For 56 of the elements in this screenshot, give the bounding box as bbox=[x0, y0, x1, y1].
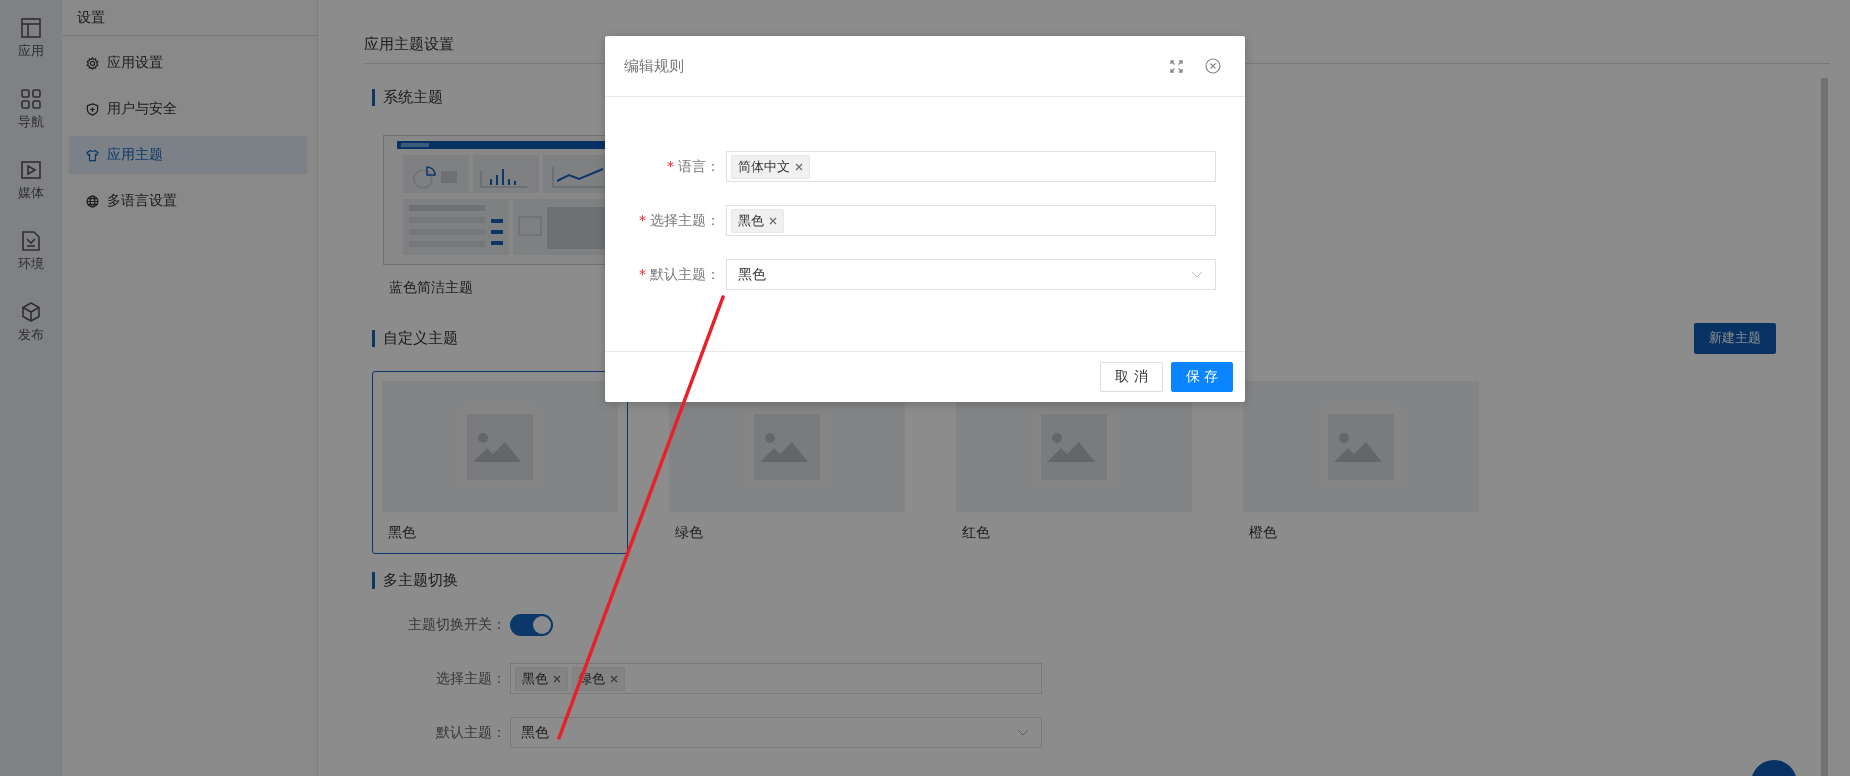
chevron-down-icon bbox=[1191, 271, 1203, 278]
field-label: * 选择主题： bbox=[638, 211, 721, 230]
field-label: * 语言： bbox=[666, 157, 721, 176]
theme-name: 蓝色简洁主题 bbox=[388, 278, 474, 297]
section-heading: 系统主题 bbox=[383, 87, 443, 107]
rail-item[interactable]: 发布 bbox=[18, 301, 44, 344]
select-field[interactable]: 黑色 bbox=[726, 259, 1216, 290]
tag-label: 简体中文 bbox=[738, 157, 790, 176]
theme-card[interactable]: 黑色 bbox=[372, 371, 628, 554]
theme-name: 黑色 bbox=[387, 524, 417, 542]
field-label: 默认主题： bbox=[435, 723, 507, 742]
theme-name: 橙色 bbox=[1248, 524, 1278, 542]
rail-item[interactable]: 媒体 bbox=[18, 159, 44, 202]
rail-item[interactable]: 导航 bbox=[18, 88, 44, 131]
select-value: 黑色 bbox=[521, 723, 549, 742]
select-field[interactable]: 黑色 bbox=[510, 717, 1042, 748]
new-theme-button[interactable]: 新建主题 bbox=[1694, 322, 1776, 354]
sidebar-item[interactable]: 应用设置 bbox=[69, 44, 307, 82]
tag-label: 黑色 bbox=[738, 211, 764, 230]
cube-icon bbox=[20, 301, 42, 323]
theme-name: 绿色 bbox=[674, 524, 704, 542]
toggle-switch[interactable] bbox=[510, 613, 553, 636]
close-icon[interactable] bbox=[553, 674, 561, 683]
fullscreen-icon[interactable] bbox=[1170, 59, 1183, 73]
tag-select-field[interactable]: 黑色 bbox=[726, 205, 1216, 236]
close-icon[interactable] bbox=[1205, 58, 1221, 74]
theme-name: 红色 bbox=[961, 524, 991, 542]
close-icon[interactable] bbox=[795, 162, 803, 171]
rail-item[interactable]: 环境 bbox=[18, 230, 44, 273]
sidebar-title: 设置 bbox=[62, 0, 317, 36]
section-heading: 自定义主题 bbox=[383, 328, 458, 348]
select-value: 黑色 bbox=[738, 265, 766, 284]
globe-icon bbox=[86, 194, 99, 208]
field-label: 选择主题： bbox=[435, 669, 507, 688]
layout-icon bbox=[20, 17, 42, 39]
close-icon[interactable] bbox=[610, 674, 618, 683]
cancel-button[interactable]: 取 消 bbox=[1100, 362, 1163, 392]
shirt-icon bbox=[86, 148, 99, 162]
gear-icon bbox=[86, 56, 99, 70]
sidebar-item[interactable]: 多语言设置 bbox=[69, 182, 307, 220]
chevron-down-icon bbox=[1017, 729, 1029, 736]
video-icon bbox=[20, 159, 42, 181]
scrollbar[interactable] bbox=[1821, 78, 1828, 776]
shield-icon bbox=[86, 102, 99, 116]
tag-label: 黑色 bbox=[522, 669, 548, 688]
save-button[interactable]: 保 存 bbox=[1170, 362, 1233, 392]
field-label: * 默认主题： bbox=[638, 265, 721, 284]
rail-item[interactable]: 应用 bbox=[18, 17, 44, 60]
close-icon[interactable] bbox=[769, 216, 777, 225]
document-icon bbox=[20, 230, 42, 252]
grid-icon bbox=[20, 88, 42, 110]
sidebar-item[interactable]: 用户与安全 bbox=[69, 90, 307, 128]
section-heading: 多主题切换 bbox=[383, 570, 458, 590]
tag-select-field[interactable]: 简体中文 bbox=[726, 151, 1216, 182]
field-label: 主题切换开关： bbox=[407, 615, 507, 634]
sidebar-item[interactable]: 应用主题 bbox=[69, 136, 307, 174]
